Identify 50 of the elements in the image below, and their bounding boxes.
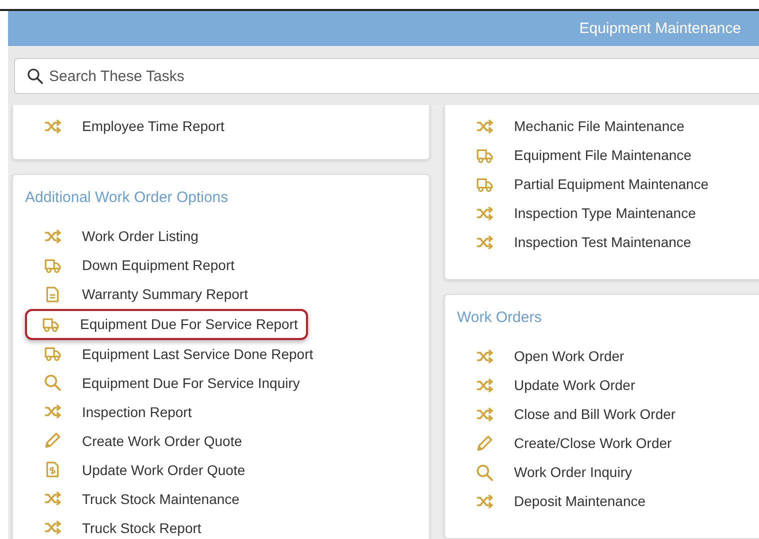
shuffle-icon bbox=[44, 403, 61, 420]
task-link[interactable]: Equipment Due For Service Report bbox=[25, 308, 308, 340]
shuffle-icon bbox=[476, 118, 493, 135]
card-heading: Additional Work Order Options bbox=[24, 189, 230, 206]
task-link[interactable]: Equipment File Maintenance bbox=[445, 140, 702, 170]
shuffle-icon bbox=[44, 228, 61, 245]
task-link[interactable]: Create/Close Work Order bbox=[445, 428, 682, 458]
task-link[interactable]: Deposit Maintenance bbox=[445, 486, 656, 516]
shuffle-icon bbox=[44, 118, 61, 135]
task-link[interactable]: Mechanic File Maintenance bbox=[445, 112, 694, 141]
task-link[interactable]: Update Work Order Quote bbox=[13, 455, 256, 484]
task-link[interactable]: Warranty Summary Report bbox=[13, 280, 258, 309]
task-link[interactable]: Truck Stock Report bbox=[13, 513, 212, 539]
task-link[interactable]: Down Equipment Report bbox=[13, 250, 245, 280]
search-icon bbox=[44, 374, 61, 392]
task-link[interactable]: Inspection Test Maintenance bbox=[445, 228, 702, 257]
task-link[interactable]: Close and Bill Work Order bbox=[445, 400, 686, 429]
task-link[interactable]: Update Work Order bbox=[445, 370, 646, 400]
truck-icon bbox=[42, 316, 59, 332]
pencil-icon bbox=[476, 434, 493, 452]
task-link[interactable]: Equipment Last Service Done Report bbox=[13, 339, 324, 368]
task-link[interactable]: Employee Time Report bbox=[13, 112, 234, 141]
shuffle-icon bbox=[44, 490, 61, 508]
task-link[interactable]: Equipment Due For Service Inquiry bbox=[13, 368, 310, 398]
shuffle-icon bbox=[476, 234, 493, 251]
truck-icon bbox=[476, 176, 493, 193]
truck-icon bbox=[476, 146, 493, 164]
task-link[interactable]: Inspection Report bbox=[13, 397, 202, 426]
truck-icon bbox=[44, 345, 61, 362]
document-icon bbox=[44, 286, 61, 303]
shuffle-icon bbox=[476, 348, 493, 365]
shuffle-icon bbox=[476, 376, 493, 394]
shuffle-icon bbox=[476, 204, 493, 222]
task-link[interactable]: Open Work Order bbox=[445, 342, 634, 371]
shuffle-icon bbox=[476, 492, 493, 510]
task-link[interactable]: Work Order Inquiry bbox=[445, 458, 642, 487]
search-field[interactable]: Search These Tasks bbox=[14, 58, 759, 94]
pencil-icon bbox=[44, 432, 61, 450]
window-title: Equipment Maintenance bbox=[579, 20, 741, 37]
card-heading: Work Orders bbox=[456, 309, 543, 326]
search-icon bbox=[476, 464, 493, 481]
truck-icon bbox=[44, 256, 61, 274]
shuffle-icon bbox=[44, 519, 61, 536]
task-link[interactable]: Create Work Order Quote bbox=[13, 426, 252, 456]
task-link[interactable]: Inspection Type Maintenance bbox=[445, 198, 706, 228]
task-link[interactable]: Truck Stock Maintenance bbox=[13, 484, 250, 514]
task-link[interactable]: Partial Equipment Maintenance bbox=[445, 170, 719, 199]
invoice-icon bbox=[44, 461, 61, 478]
shuffle-icon bbox=[476, 406, 493, 423]
task-link[interactable]: Work Order Listing bbox=[13, 222, 208, 251]
